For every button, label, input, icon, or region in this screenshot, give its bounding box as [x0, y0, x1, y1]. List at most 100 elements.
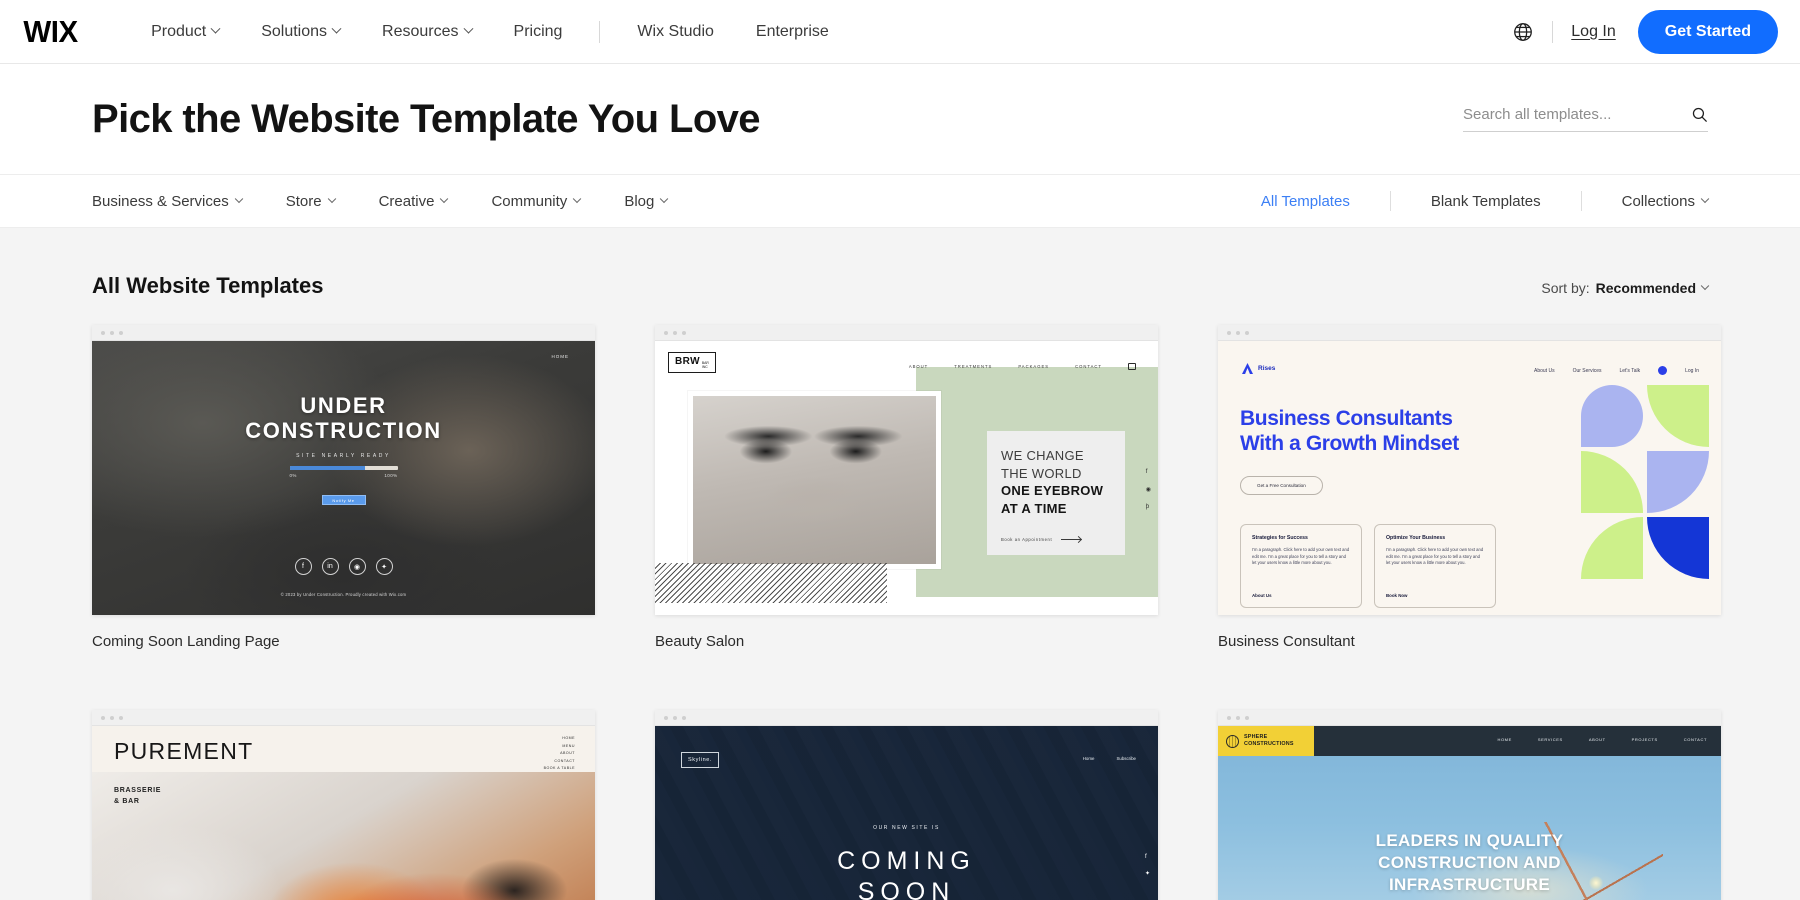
filter-label: Collections	[1621, 192, 1695, 210]
preview-headline-line1: UNDER	[300, 393, 387, 418]
preview-hero-panel: WE CHANGE THE WORLD ONE EYEBROW AT A TIM…	[987, 431, 1125, 555]
template-thumbnail[interactable]: Skyline. Home Subscribe OUR NEW SITE IS …	[655, 710, 1158, 900]
category-label: Business & Services	[92, 192, 229, 210]
search-icon[interactable]	[1691, 106, 1708, 123]
template-thumbnail[interactable]: PUREMENT HOME MENU ABOUT CONTACT BOOK A …	[92, 710, 595, 900]
category-blog[interactable]: Blog	[624, 192, 669, 210]
chevron-down-icon	[1700, 194, 1710, 204]
template-card[interactable]: Rises About Us Our Services Let's Talk L…	[1218, 325, 1721, 650]
category-creative[interactable]: Creative	[379, 193, 449, 210]
sort-by-dropdown[interactable]: Sort by: Recommended	[1541, 280, 1710, 296]
preview-food-photo	[92, 772, 595, 900]
window-dot-icon	[682, 330, 686, 335]
preview-headline-line2: With a Growth Mindset	[1240, 432, 1459, 456]
chevron-down-icon	[234, 194, 243, 204]
instagram-icon: ◉	[1145, 487, 1151, 493]
template-name: Business Consultant	[1218, 633, 1355, 650]
filter-divider	[1580, 191, 1582, 211]
brand-mark-icon	[1242, 363, 1253, 374]
preview-headline-line1: Business Consultants	[1240, 407, 1453, 430]
linkedin-icon: in	[321, 558, 339, 575]
nav-item-pricing[interactable]: Pricing	[493, 23, 584, 41]
facebook-icon: f	[294, 558, 312, 575]
preview-logo: SPHERE CONSTRUCTIONS	[1218, 726, 1314, 756]
sphere-icon	[1226, 734, 1239, 748]
filter-divider	[1389, 191, 1391, 211]
window-dot-icon	[664, 715, 668, 720]
nav-label: Product	[151, 22, 207, 40]
progress-max-label: 100%	[384, 473, 398, 479]
preview-nav-item: CONTACT	[1683, 737, 1707, 742]
preview-logo-line2: CONSTRUCTIONS	[1244, 741, 1294, 747]
template-card[interactable]: BRW BAR INC ABOUT TREATMENTS PACKAGES CO…	[655, 325, 1158, 650]
preview-tagline-line2: & BAR	[114, 797, 140, 805]
globe-icon[interactable]	[1512, 21, 1534, 43]
nav-item-solutions[interactable]: Solutions	[240, 23, 361, 41]
twitter-icon: ✦	[1144, 871, 1150, 877]
preview-headline-line2: CONSTRUCTION AND	[1378, 852, 1561, 872]
template-thumbnail[interactable]: SPHERE CONSTRUCTIONS HOME SERVICES ABOUT…	[1218, 710, 1721, 900]
login-link[interactable]: Log In	[1571, 23, 1615, 41]
preview-logo-text: Skyline.	[681, 752, 720, 768]
filter-blank-templates[interactable]: Blank Templates	[1431, 193, 1541, 210]
window-dot-icon	[101, 715, 105, 720]
shape-quarter-circle	[1647, 385, 1709, 447]
template-card[interactable]: HOME UNDER CONSTRUCTION SITE NEARLY READ…	[92, 325, 595, 650]
preview-restaurant: PUREMENT HOME MENU ABOUT CONTACT BOOK A …	[92, 726, 595, 900]
facebook-icon: f	[1144, 854, 1147, 860]
filter-collections[interactable]: Collections	[1621, 192, 1710, 210]
template-card[interactable]: Skyline. Home Subscribe OUR NEW SITE IS …	[655, 710, 1158, 900]
page-title-row: Pick the Website Template You Love	[0, 64, 1800, 174]
preview-info-card: Optimize Your Business I'm a paragraph. …	[1374, 524, 1496, 608]
window-dot-icon	[119, 330, 123, 335]
preview-headline-line1: WE CHANGE	[1001, 448, 1084, 463]
template-card[interactable]: PUREMENT HOME MENU ABOUT CONTACT BOOK A …	[92, 710, 595, 900]
nav-item-product[interactable]: Product	[151, 23, 240, 41]
nav-item-wix-studio[interactable]: Wix Studio	[616, 23, 734, 41]
template-thumbnail[interactable]: Rises About Us Our Services Let's Talk L…	[1218, 325, 1721, 615]
template-card[interactable]: SPHERE CONSTRUCTIONS HOME SERVICES ABOUT…	[1218, 710, 1721, 900]
preview-card-body: I'm a paragraph. Click here to add your …	[1386, 547, 1484, 566]
chevron-down-icon	[331, 23, 342, 34]
preview-nav-item: Log In	[1685, 367, 1699, 374]
shape-quarter-circle	[1581, 451, 1643, 513]
template-thumbnail[interactable]: BRW BAR INC ABOUT TREATMENTS PACKAGES CO…	[655, 325, 1158, 615]
nav-item-enterprise[interactable]: Enterprise	[735, 23, 850, 41]
category-label: Store	[285, 192, 322, 210]
category-store[interactable]: Store	[285, 192, 336, 210]
search-input[interactable]	[1463, 106, 1691, 123]
shape-quarter-circle	[1581, 517, 1643, 579]
preview-card-title: Optimize Your Business	[1386, 535, 1446, 541]
template-thumbnail[interactable]: HOME UNDER CONSTRUCTION SITE NEARLY READ…	[92, 325, 595, 615]
category-community[interactable]: Community	[491, 193, 582, 210]
arrow-right-icon	[1061, 539, 1082, 540]
preview-logo: BRW BAR INC	[668, 352, 716, 374]
preview-logo-sub2: INC	[701, 364, 708, 369]
nav-item-resources[interactable]: Resources	[361, 23, 492, 41]
preview-nav-item: HOME	[1497, 737, 1512, 742]
preview-nav-item: SERVICES	[1537, 737, 1563, 742]
filter-all-templates[interactable]: All Templates	[1261, 193, 1350, 210]
category-label: Blog	[624, 192, 655, 210]
nav-label: Resources	[382, 22, 459, 40]
sort-by-label: Sort by:	[1541, 280, 1590, 296]
preview-headline-line2: CONSTRUCTION	[245, 418, 442, 444]
preview-headline-line2: SOON	[857, 878, 956, 900]
preview-headline: COMING SOON	[655, 846, 1158, 900]
get-started-button[interactable]: Get Started	[1637, 9, 1778, 54]
sort-by-value: Recommended	[1595, 280, 1696, 296]
preview-cta: Book an Appointment	[1001, 537, 1082, 542]
preview-beauty-salon: BRW BAR INC ABOUT TREATMENTS PACKAGES CO…	[655, 341, 1158, 615]
category-business-services[interactable]: Business & Services	[92, 192, 243, 210]
preview-headline-line1: LEADERS IN QUALITY	[1375, 831, 1564, 850]
preview-button: Notify Me	[321, 495, 366, 506]
chevron-down-icon	[440, 194, 449, 204]
nav-label: Enterprise	[755, 22, 829, 40]
search-bar[interactable]	[1463, 106, 1708, 132]
facebook-icon: f	[1145, 469, 1148, 475]
wix-logo[interactable]: WIX	[23, 14, 78, 50]
preview-nav-item: About Us	[1534, 367, 1555, 374]
preview-header: SPHERE CONSTRUCTIONS HOME SERVICES ABOUT…	[1218, 726, 1721, 756]
preview-social-links: f in ◉ ✦	[92, 558, 595, 575]
preview-nav: About Us Our Services Let's Talk Log In	[1534, 366, 1699, 375]
